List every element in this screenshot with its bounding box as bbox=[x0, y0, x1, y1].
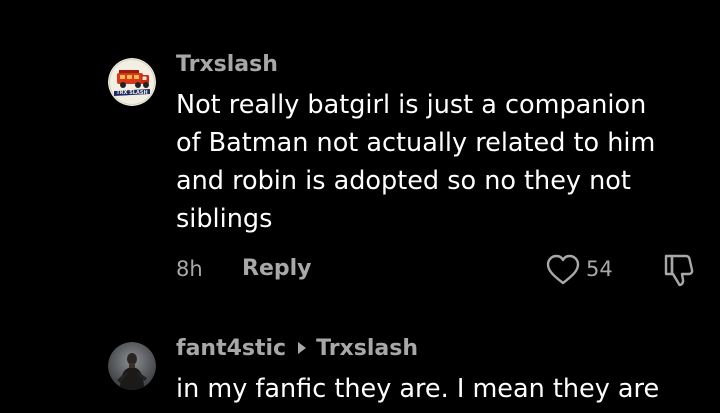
reply-arrow-icon bbox=[298, 342, 307, 354]
replying-to-username[interactable]: Trxslash bbox=[316, 336, 418, 361]
svg-text:TRX SLASH: TRX SLASH bbox=[116, 90, 147, 96]
fire-truck-logo-icon: TRX SLASH bbox=[108, 58, 156, 106]
thumbs-down-icon bbox=[664, 254, 694, 287]
timestamp: 8h bbox=[176, 257, 203, 281]
comment-actions: 8h Reply 54 bbox=[176, 252, 706, 288]
comment-text-line: in my fanfic they are. I mean they are bbox=[176, 374, 660, 404]
username[interactable]: Trxslash bbox=[176, 52, 278, 77]
comment-text-line: Not really batgirl is just a companion bbox=[176, 90, 647, 120]
avatar[interactable] bbox=[108, 342, 156, 390]
avatar[interactable]: TRX SLASH bbox=[108, 58, 156, 106]
like-count: 54 bbox=[586, 257, 613, 281]
heart-icon bbox=[546, 254, 580, 285]
reply-header: fant4stic Trxslash bbox=[176, 335, 418, 361]
comment-text-line: of Batman not actually related to him bbox=[176, 128, 656, 158]
username[interactable]: fant4stic bbox=[176, 336, 286, 361]
reply-button[interactable]: Reply bbox=[242, 256, 312, 281]
dislike-button[interactable] bbox=[660, 252, 698, 288]
comment-text-line: siblings bbox=[176, 204, 273, 234]
comment-text-line: and robin is adopted so no they not bbox=[176, 166, 631, 196]
comment-text: in my fanfic they are. I mean they are bbox=[176, 370, 706, 408]
comment-text: Not really batgirl is just a companion o… bbox=[176, 86, 706, 238]
person-photo-avatar bbox=[108, 342, 156, 390]
